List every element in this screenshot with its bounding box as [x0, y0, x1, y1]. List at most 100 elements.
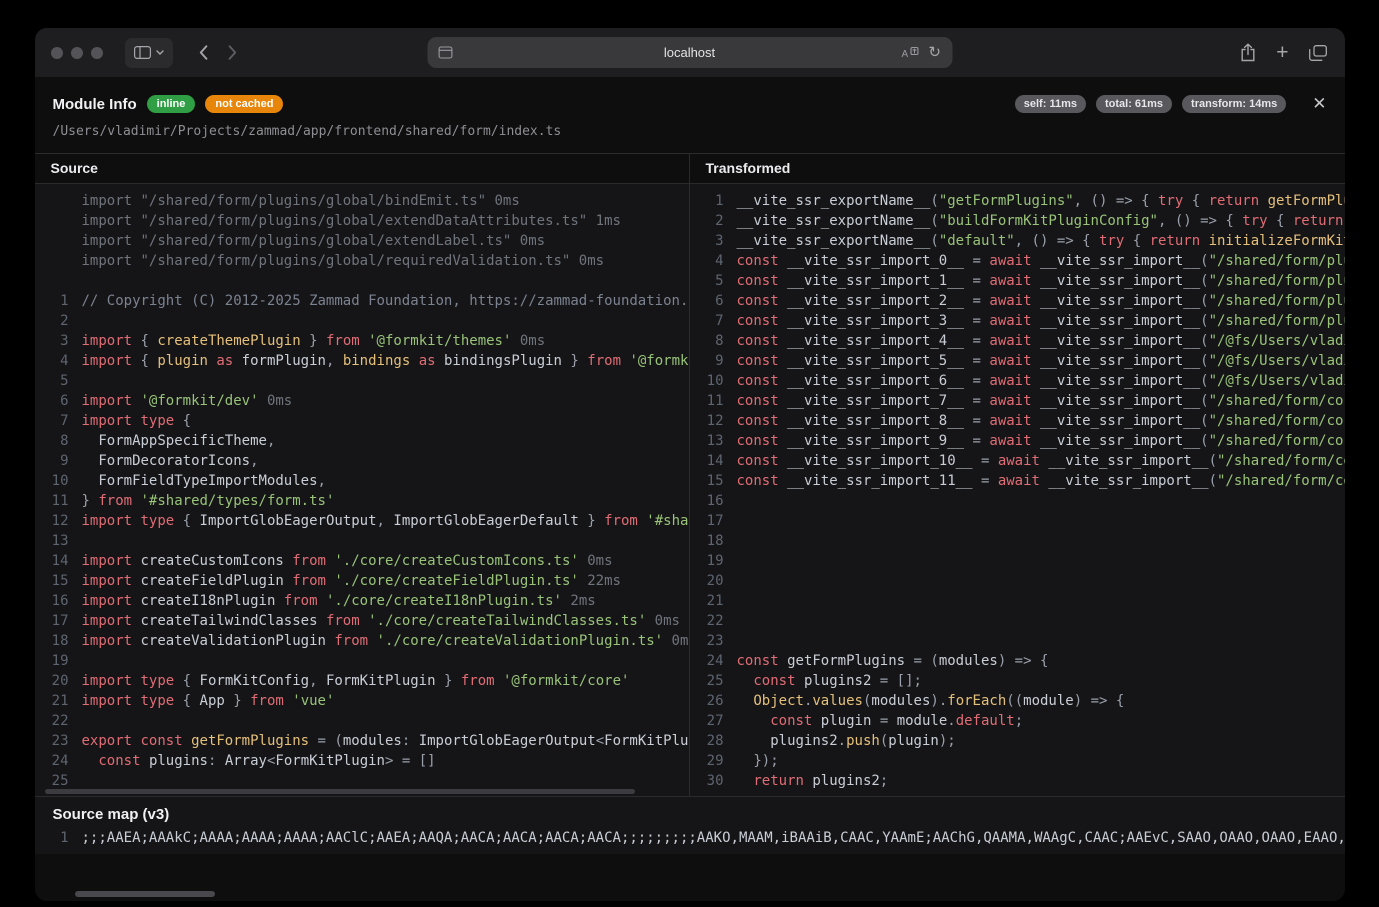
code-line: import "/shared/form/plugins/global/exte…	[35, 231, 689, 251]
line-number: 10	[690, 371, 737, 391]
forward-icon	[228, 45, 237, 60]
code-line: 4import { plugin as formPlugin, bindings…	[35, 351, 689, 371]
line-number: 3	[35, 331, 82, 351]
code-line: 21import type { App } from 'vue'	[35, 691, 689, 711]
source-horizontal-scrollbar[interactable]	[45, 789, 635, 794]
source-code[interactable]: import "/shared/form/plugins/global/bind…	[35, 184, 689, 796]
code-line: 4const __vite_ssr_import_0__ = await __v…	[690, 251, 1345, 271]
zoom-window-button[interactable]	[91, 47, 103, 59]
line-number: 25	[35, 771, 82, 791]
sidebar-toggle-button[interactable]	[125, 38, 173, 68]
chevron-down-icon	[156, 50, 164, 55]
code-line: import "/shared/form/plugins/global/exte…	[35, 211, 689, 231]
line-number: 25	[690, 671, 737, 691]
back-button[interactable]	[199, 45, 208, 60]
line-number: 7	[690, 311, 737, 331]
line-number: 20	[690, 571, 737, 591]
code-line: 3__vite_ssr_exportName__("default", () =…	[690, 231, 1345, 251]
back-icon	[199, 45, 208, 60]
line-number: 9	[35, 451, 82, 471]
sidebar-icon	[134, 46, 151, 59]
code-line: 27 const plugin = module.default;	[690, 711, 1345, 731]
code-line: 22	[35, 711, 689, 731]
line-number: 6	[35, 391, 82, 411]
line-number: 18	[35, 631, 82, 651]
show-tabs-button[interactable]	[1309, 45, 1327, 61]
code-line: 12const __vite_ssr_import_8__ = await __…	[690, 411, 1345, 431]
line-number	[35, 211, 82, 231]
browser-window: localhost A ↻ + Modu	[35, 28, 1345, 901]
code-line: 16	[690, 491, 1345, 511]
line-number: 22	[35, 711, 82, 731]
code-line: 20	[690, 571, 1345, 591]
line-number: 23	[690, 631, 737, 651]
code-line: 16import createI18nPlugin from './core/c…	[35, 591, 689, 611]
line-number: 10	[35, 471, 82, 491]
code-line: 5	[35, 371, 689, 391]
share-icon	[1240, 43, 1256, 62]
address-bar[interactable]: localhost A ↻	[427, 37, 952, 68]
source-panel: Source import "/shared/form/plugins/glob…	[35, 154, 690, 796]
site-icon	[438, 46, 452, 59]
line-number: 5	[690, 271, 737, 291]
source-map-code[interactable]: 1;;;AAEA;AAAkC;AAAA;AAAA;AAAA;AAClC;AAEA…	[35, 828, 1345, 848]
forward-button[interactable]	[228, 45, 237, 60]
line-number	[35, 251, 82, 271]
traffic-lights	[51, 47, 103, 59]
line-number: 1	[35, 291, 82, 311]
timing-badge-self: self: 11ms	[1015, 95, 1086, 113]
line-number: 5	[35, 371, 82, 391]
translate-icon[interactable]: A	[901, 46, 918, 59]
svg-text:A: A	[901, 49, 908, 59]
line-number: 4	[35, 351, 82, 371]
code-line: 6import '@formkit/dev' 0ms	[35, 391, 689, 411]
line-number	[35, 191, 82, 211]
transformed-panel-title: Transformed	[690, 154, 1345, 184]
source-map-section: Source map (v3) 1;;;AAEA;AAAkC;AAAA;AAAA…	[35, 796, 1345, 854]
line-number: 21	[35, 691, 82, 711]
code-line: 14import createCustomIcons from './core/…	[35, 551, 689, 571]
line-number: 20	[35, 671, 82, 691]
line-number: 9	[690, 351, 737, 371]
line-number	[35, 271, 82, 291]
code-line: 22	[690, 611, 1345, 631]
code-panels: Source import "/shared/form/plugins/glob…	[35, 153, 1345, 796]
code-line: 2__vite_ssr_exportName__("buildFormKitPl…	[690, 211, 1345, 231]
line-number: 14	[690, 451, 737, 471]
horizontal-scrollbar[interactable]	[75, 891, 215, 897]
line-number: 21	[690, 591, 737, 611]
code-line: 11} from '#shared/types/form.ts'	[35, 491, 689, 511]
line-number: 12	[690, 411, 737, 431]
line-number: 16	[35, 591, 82, 611]
module-info-page: Module Info inline not cached self: 11ms…	[35, 77, 1345, 901]
code-line: 6const __vite_ssr_import_2__ = await __v…	[690, 291, 1345, 311]
reload-button[interactable]: ↻	[928, 45, 941, 60]
close-window-button[interactable]	[51, 47, 63, 59]
status-badge-inline: inline	[147, 95, 196, 113]
close-button[interactable]: ✕	[1312, 94, 1326, 114]
line-number: 1	[690, 191, 737, 211]
code-line: 29 });	[690, 751, 1345, 771]
code-line: 9const __vite_ssr_import_5__ = await __v…	[690, 351, 1345, 371]
code-line: 11const __vite_ssr_import_7__ = await __…	[690, 391, 1345, 411]
line-number	[35, 231, 82, 251]
line-number: 17	[690, 511, 737, 531]
line-number: 24	[690, 651, 737, 671]
minimize-window-button[interactable]	[71, 47, 83, 59]
code-line: 13const __vite_ssr_import_9__ = await __…	[690, 431, 1345, 451]
line-number: 1	[35, 828, 82, 848]
code-line: 25 const plugins2 = [];	[690, 671, 1345, 691]
new-tab-button[interactable]: +	[1276, 43, 1288, 63]
code-line: 10 FormFieldTypeImportModules,	[35, 471, 689, 491]
line-number: 18	[690, 531, 737, 551]
code-line: 5const __vite_ssr_import_1__ = await __v…	[690, 271, 1345, 291]
timing-badge-transform: transform: 14ms	[1182, 95, 1286, 113]
code-line: 30 return plugins2;	[690, 771, 1345, 791]
share-button[interactable]	[1240, 43, 1256, 62]
transformed-panel: Transformed 1__vite_ssr_exportName__("ge…	[690, 154, 1345, 796]
line-number: 22	[690, 611, 737, 631]
transformed-code[interactable]: 1__vite_ssr_exportName__("getFormPlugins…	[690, 184, 1345, 796]
browser-titlebar: localhost A ↻ +	[35, 28, 1345, 77]
code-line: import "/shared/form/plugins/global/bind…	[35, 191, 689, 211]
line-number: 11	[690, 391, 737, 411]
